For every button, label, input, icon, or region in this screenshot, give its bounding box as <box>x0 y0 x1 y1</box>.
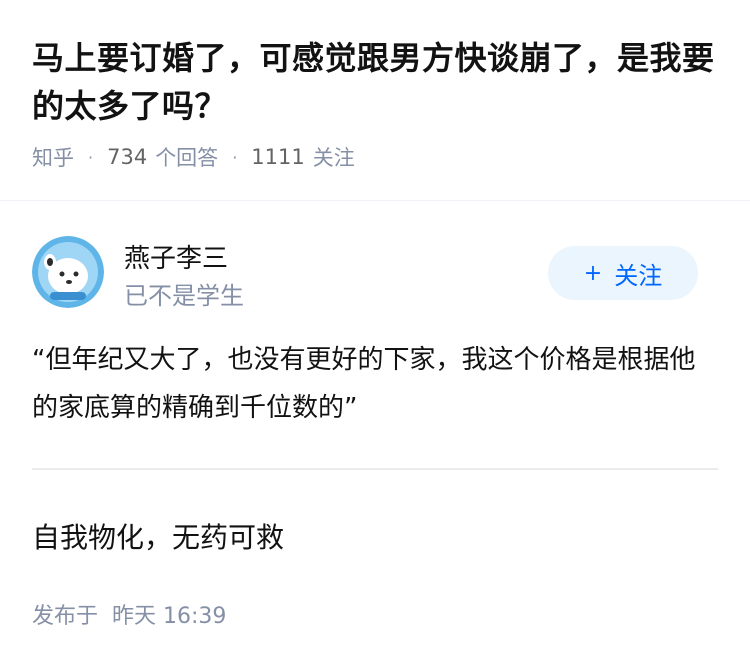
author-headline: 已不是学生 <box>124 282 244 310</box>
answer-count-label[interactable]: 个回答 <box>155 142 218 172</box>
content-divider <box>32 468 718 470</box>
publish-label: 发布于 <box>32 604 99 629</box>
section-divider <box>0 200 750 201</box>
follower-count: 1111 <box>251 145 305 169</box>
publish-time: 昨天 16:39 <box>112 604 227 629</box>
answer-count: 734 <box>107 145 148 169</box>
separator-dot: · <box>232 147 238 167</box>
follow-button-label: 关注 <box>614 261 663 290</box>
question-meta: 知乎 · 734 个回答 · 1111 关注 <box>32 142 718 172</box>
answer-quote: “但年纪又大了，也没有更好的下家，我这个价格是根据他的家底算的精确到千位数的” <box>32 345 696 423</box>
follow-button[interactable]: + 关注 <box>548 246 698 300</box>
source-label: 知乎 <box>32 146 74 170</box>
follower-count-label: 关注 <box>312 146 355 170</box>
plus-icon: + <box>583 260 603 286</box>
separator-dot: · <box>88 147 94 167</box>
cartoon-avatar-icon[interactable] <box>32 236 104 308</box>
publish-info: 发布于 昨天 16:39 <box>32 598 226 630</box>
author-info: 燕子李三 已不是学生 + 关注 <box>32 236 718 310</box>
question-title[interactable]: 马上要订婚了，可感觉跟男方快谈崩了，是我要的太多了吗？ <box>32 34 718 130</box>
author-name[interactable]: 燕子李三 <box>124 238 228 275</box>
answer-body: 自我物化，无药可救 <box>32 521 285 554</box>
question-header: 马上要订婚了，可感觉跟男方快谈崩了，是我要的太多了吗？ 知乎 · 734 个回答… <box>0 0 750 200</box>
